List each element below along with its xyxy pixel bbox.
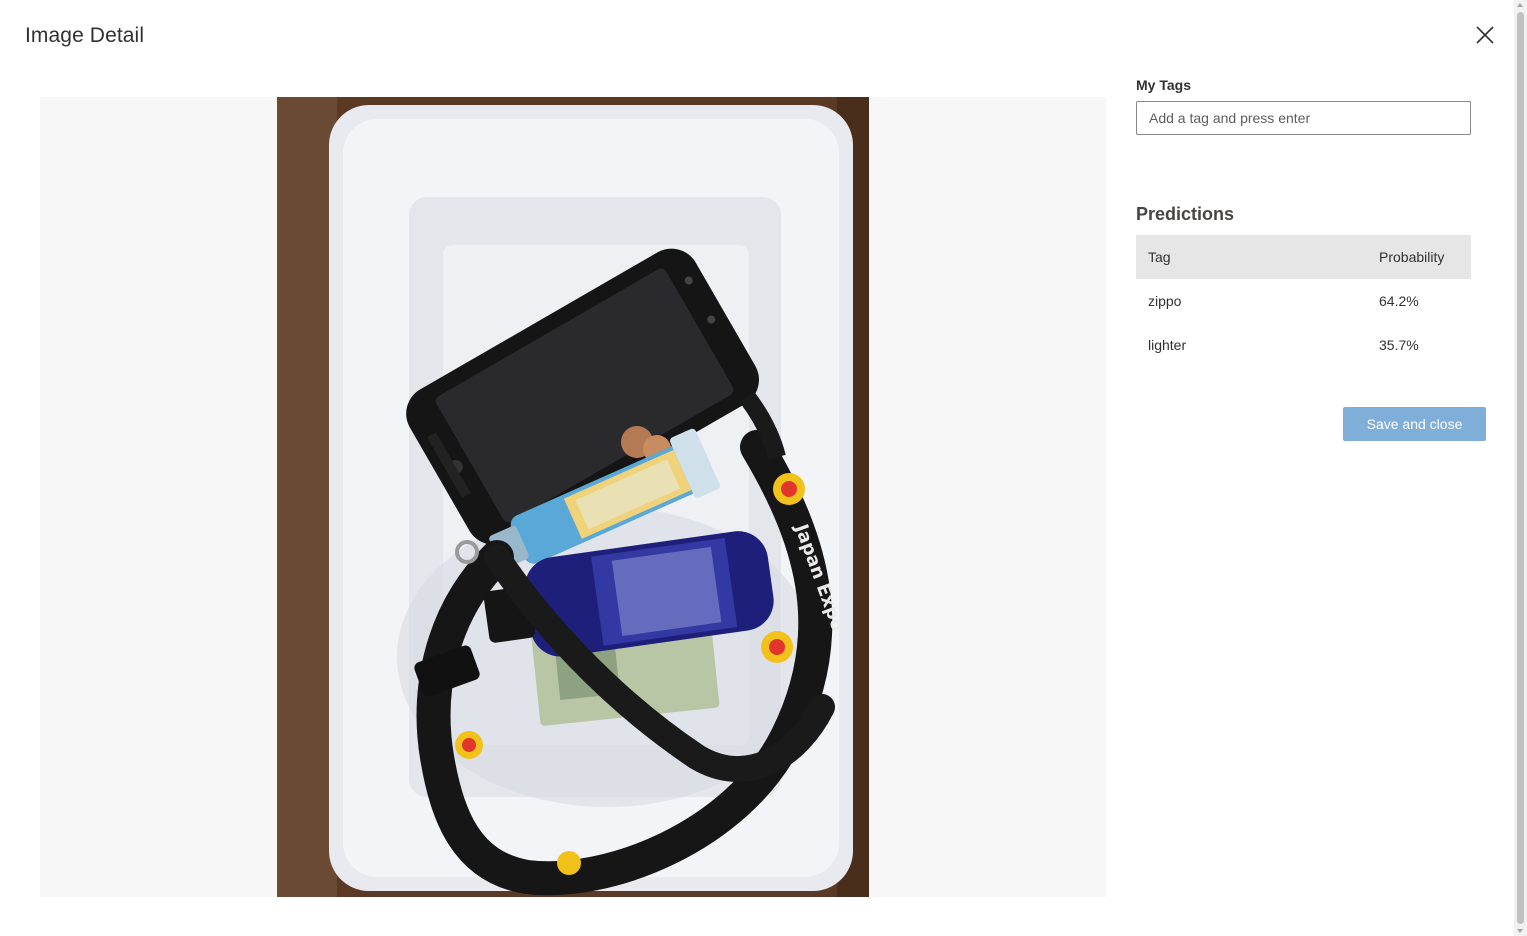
table-row[interactable]: zippo 64.2% xyxy=(1136,279,1471,323)
column-header-probability[interactable]: Probability xyxy=(1371,235,1471,279)
image-viewer: Japan Expo xyxy=(40,97,1106,897)
predictions-table: Tag Probability zippo 64.2% lighter 35.7… xyxy=(1136,235,1471,367)
detail-image: Japan Expo xyxy=(277,97,869,897)
column-header-tag[interactable]: Tag xyxy=(1136,235,1371,279)
tag-input[interactable] xyxy=(1136,101,1471,135)
my-tags-label: My Tags xyxy=(1136,77,1191,93)
scroll-down-icon[interactable] xyxy=(1517,929,1523,933)
prediction-tag: lighter xyxy=(1148,337,1187,353)
prediction-tag: zippo xyxy=(1148,293,1182,309)
prediction-probability: 64.2% xyxy=(1379,293,1419,309)
table-header-row: Tag Probability xyxy=(1136,235,1471,279)
save-and-close-button[interactable]: Save and close xyxy=(1343,407,1486,441)
photo-illustration: Japan Expo xyxy=(277,97,869,897)
scrollbar-thumb[interactable] xyxy=(1517,12,1524,924)
vertical-scrollbar[interactable] xyxy=(1514,0,1527,936)
close-icon xyxy=(1476,26,1494,44)
predictions-title: Predictions xyxy=(1136,204,1235,224)
dialog-title: Image Detail xyxy=(25,24,145,47)
close-button[interactable] xyxy=(1470,20,1500,50)
table-row[interactable]: lighter 35.7% xyxy=(1136,323,1471,367)
prediction-probability: 35.7% xyxy=(1379,337,1419,353)
scroll-up-icon[interactable] xyxy=(1517,3,1523,7)
